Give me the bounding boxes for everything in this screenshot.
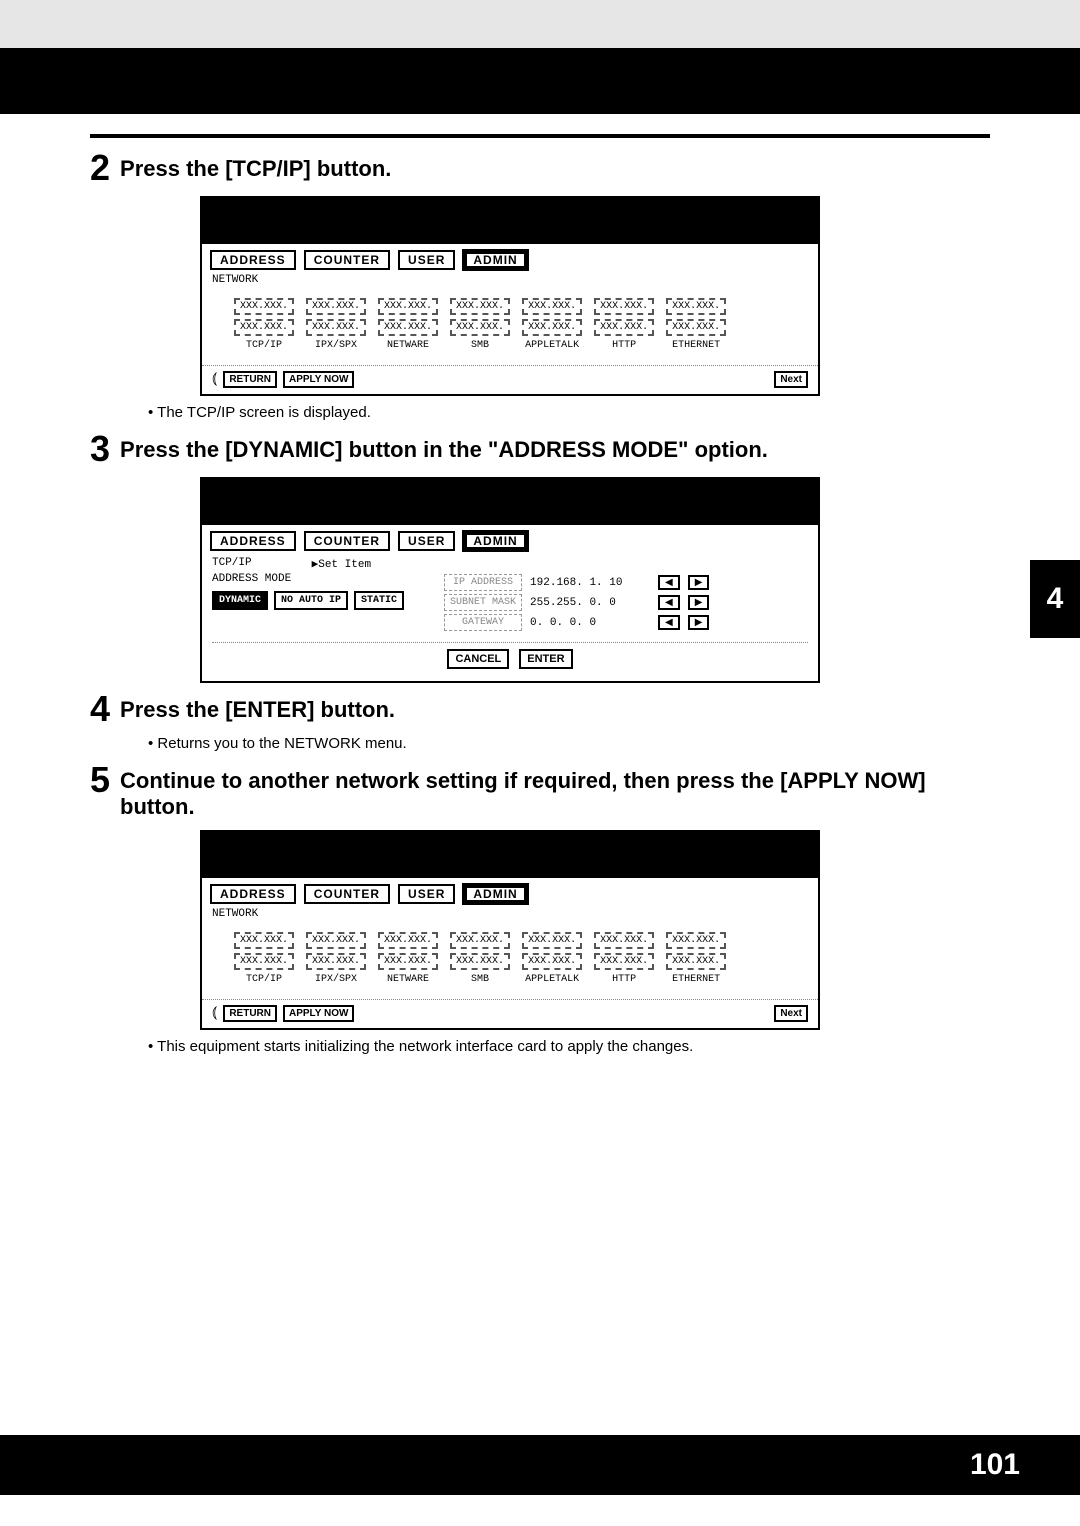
dynamic-button[interactable]: DYNAMIC	[212, 591, 268, 610]
net-http[interactable]: XXX.XXX.XXX.XXX.HTTP	[594, 298, 654, 351]
header-black-band	[0, 48, 1080, 114]
tab-counter[interactable]: COUNTER	[304, 531, 390, 551]
return-arrow-icon: ⦅	[212, 1004, 217, 1022]
screen-title-bar	[202, 198, 818, 244]
ip-address-value: 192.168. 1. 10	[530, 577, 650, 589]
step-title: Press the [DYNAMIC] button in the "ADDRE…	[120, 431, 768, 463]
net-ethernet[interactable]: XXX.XXX.XXX.XXX.ETHERNET	[666, 298, 726, 351]
gateway-label: GATEWAY	[444, 614, 522, 631]
step-4: 4 Press the [ENTER] button.	[90, 691, 990, 727]
net-appletalk[interactable]: XXX.XXX.XXX.XXX.APPLETALK	[522, 932, 582, 985]
tab-user[interactable]: USER	[398, 531, 455, 551]
no-auto-ip-button[interactable]: NO AUTO IP	[274, 591, 348, 610]
tab-admin[interactable]: ADMIN	[463, 884, 527, 904]
step-3: 3 Press the [DYNAMIC] button in the "ADD…	[90, 431, 990, 467]
net-ipxspx[interactable]: XXX.XXX.XXX.XXX.IPX/SPX	[306, 298, 366, 351]
screenshot-network-2: ADDRESS COUNTER USER ADMIN NETWORK XXX.X…	[200, 830, 990, 1030]
tab-admin[interactable]: ADMIN	[463, 250, 527, 270]
screen-breadcrumb: NETWORK	[202, 272, 818, 290]
net-tcpip[interactable]: XXX.XXX.XXX.XXX.TCP/IP	[234, 932, 294, 985]
top-gray-band	[0, 0, 1080, 48]
net-smb[interactable]: XXX.XXX.XXX.XXX.SMB	[450, 298, 510, 351]
enter-button[interactable]: ENTER	[519, 649, 572, 669]
net-smb[interactable]: XXX.XXX.XXX.XXX.SMB	[450, 932, 510, 985]
page-footer: 101	[0, 1435, 1080, 1495]
right-arrow-button[interactable]: ▶	[688, 595, 710, 610]
right-arrow-button[interactable]: ▶	[688, 615, 710, 630]
net-ipxspx[interactable]: XXX.XXX.XXX.XXX.IPX/SPX	[306, 932, 366, 985]
step-5: 5 Continue to another network setting if…	[90, 762, 990, 820]
address-mode-section: ADDRESS MODE DYNAMIC NO AUTO IP STATIC	[212, 571, 404, 610]
tab-user[interactable]: USER	[398, 250, 455, 270]
next-button[interactable]: Next	[774, 1005, 808, 1022]
tab-counter[interactable]: COUNTER	[304, 250, 390, 270]
network-options-row: XXX.XXX.XXX.XXX.TCP/IP XXX.XXX.XXX.XXX.I…	[202, 290, 818, 357]
net-netware[interactable]: XXX.XXX.XXX.XXX.NETWARE	[378, 932, 438, 985]
ip-address-label: IP ADDRESS	[444, 574, 522, 591]
tab-admin[interactable]: ADMIN	[463, 531, 527, 551]
static-button[interactable]: STATIC	[354, 591, 404, 610]
screen-title-bar	[202, 479, 818, 525]
apply-now-button[interactable]: APPLY NOW	[283, 371, 354, 388]
step-5-bullet: This equipment starts initializing the n…	[148, 1038, 990, 1055]
net-netware[interactable]: XXX.XXX.XXX.XXX.NETWARE	[378, 298, 438, 351]
screen-breadcrumb: NETWORK	[202, 906, 818, 924]
tab-counter[interactable]: COUNTER	[304, 884, 390, 904]
screenshot-tcpip: ADDRESS COUNTER USER ADMIN TCP/IP ▶Set I…	[200, 477, 990, 683]
left-arrow-button[interactable]: ◀	[658, 595, 680, 610]
tcpip-breadcrumb-row: TCP/IP ▶Set Item	[212, 557, 808, 571]
step-2-bullet: The TCP/IP screen is displayed.	[148, 404, 990, 421]
page-number: 101	[970, 1448, 1020, 1482]
screen-tabs: ADDRESS COUNTER USER ADMIN	[202, 244, 818, 272]
subnet-mask-label: SUBNET MASK	[444, 594, 522, 611]
screen-tabs: ADDRESS COUNTER USER ADMIN	[202, 525, 818, 553]
right-arrow-button[interactable]: ▶	[688, 575, 710, 590]
left-arrow-button[interactable]: ◀	[658, 575, 680, 590]
step-title: Press the [ENTER] button.	[120, 691, 395, 723]
net-http[interactable]: XXX.XXX.XXX.XXX.HTTP	[594, 932, 654, 985]
screen-title-bar	[202, 832, 818, 878]
top-rule	[90, 134, 990, 138]
screen-tabs: ADDRESS COUNTER USER ADMIN	[202, 878, 818, 906]
net-tcpip[interactable]: XXX.XXX.XXX.XXX.TCP/IP	[234, 298, 294, 351]
step-number: 2	[90, 150, 110, 186]
tab-address[interactable]: ADDRESS	[210, 884, 296, 904]
chapter-side-tab: 4	[1030, 560, 1080, 638]
page-content: 2 Press the [TCP/IP] button. ADDRESS COU…	[0, 134, 1080, 1055]
step-number: 3	[90, 431, 110, 467]
return-arrow-icon: ⦅	[212, 370, 217, 388]
gateway-value: 0. 0. 0. 0	[530, 617, 650, 629]
step-title: Press the [TCP/IP] button.	[120, 150, 391, 182]
cancel-button[interactable]: CANCEL	[447, 649, 509, 669]
tab-address[interactable]: ADDRESS	[210, 250, 296, 270]
screen-bottom-row: ⦅ RETURN APPLY NOW Next	[202, 999, 818, 1028]
next-button[interactable]: Next	[774, 371, 808, 388]
apply-now-button[interactable]: APPLY NOW	[283, 1005, 354, 1022]
tab-address[interactable]: ADDRESS	[210, 531, 296, 551]
step-number: 5	[90, 762, 110, 798]
step-number: 4	[90, 691, 110, 727]
screen-bottom-row: ⦅ RETURN APPLY NOW Next	[202, 365, 818, 394]
net-ethernet[interactable]: XXX.XXX.XXX.XXX.ETHERNET	[666, 932, 726, 985]
screenshot-network-1: ADDRESS COUNTER USER ADMIN NETWORK XXX.X…	[200, 196, 990, 396]
step-title: Continue to another network setting if r…	[120, 762, 990, 820]
ip-fields: IP ADDRESS 192.168. 1. 10 ◀ ▶ SUBNET MAS…	[444, 571, 709, 634]
net-appletalk[interactable]: XXX.XXX.XXX.XXX.APPLETALK	[522, 298, 582, 351]
subnet-mask-value: 255.255. 0. 0	[530, 597, 650, 609]
tab-user[interactable]: USER	[398, 884, 455, 904]
network-options-row: XXX.XXX.XXX.XXX.TCP/IP XXX.XXX.XXX.XXX.I…	[202, 924, 818, 991]
return-button[interactable]: RETURN	[223, 371, 277, 388]
step-2: 2 Press the [TCP/IP] button.	[90, 150, 990, 186]
step-4-bullet: Returns you to the NETWORK menu.	[148, 735, 990, 752]
left-arrow-button[interactable]: ◀	[658, 615, 680, 630]
return-button[interactable]: RETURN	[223, 1005, 277, 1022]
